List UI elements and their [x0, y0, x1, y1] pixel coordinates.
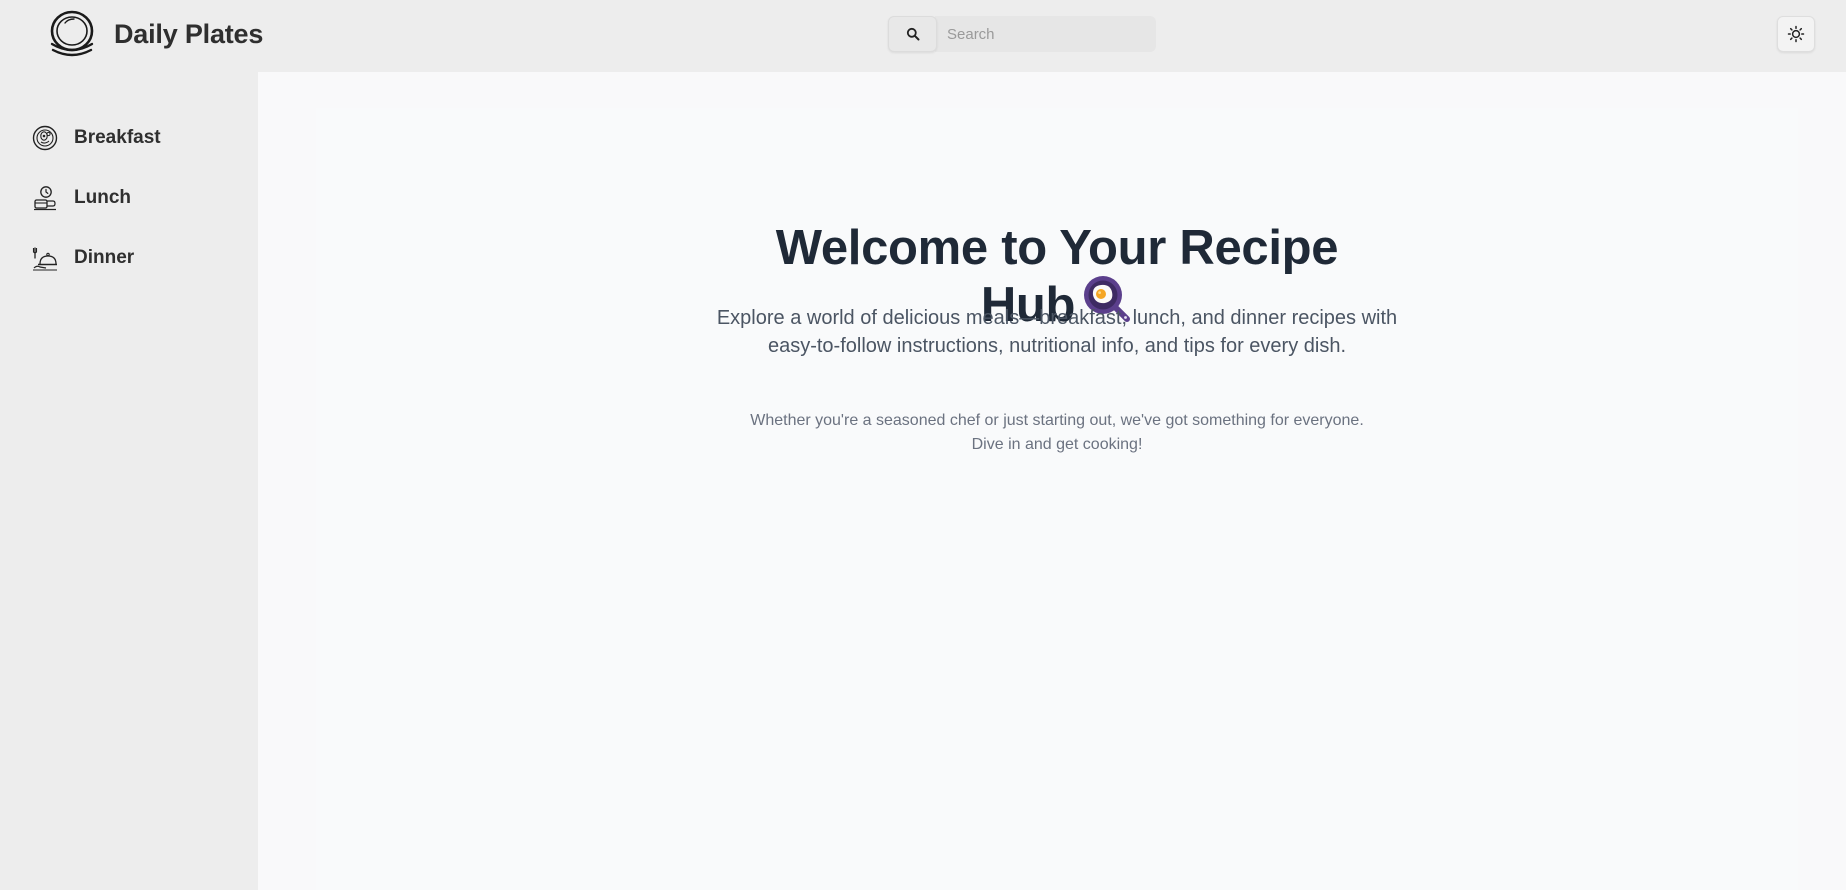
sidebar-item-lunch[interactable]: Lunch — [32, 182, 131, 214]
plate-stack-icon — [50, 10, 94, 57]
hero-note: Whether you're a seasoned chef or just s… — [707, 409, 1407, 457]
sidebar-item-label: Dinner — [74, 247, 135, 268]
dinner-cloche-icon — [32, 247, 57, 271]
sun-icon — [1787, 25, 1805, 43]
search-input[interactable] — [935, 16, 1156, 52]
sidebar-item-label: Lunch — [74, 187, 131, 208]
search-bar — [888, 16, 1156, 52]
hero-note-line1: Whether you're a seasoned chef or just s… — [750, 412, 1364, 429]
page-title-line1: Welcome to Your Recipe — [775, 221, 1339, 275]
breakfast-plate-icon — [32, 125, 58, 151]
app-title: Daily Plates — [114, 18, 264, 49]
sidebar: Breakfast Lunch Dinner — [0, 72, 258, 890]
search-button[interactable] — [888, 16, 937, 52]
welcome-panel: Welcome to Your Recipe Hub Explore a wor… — [316, 108, 1798, 890]
top-bar: Daily Plates — [0, 0, 1846, 72]
sidebar-item-label: Breakfast — [74, 127, 161, 148]
hero-note-line2: Dive in and get cooking! — [971, 436, 1143, 453]
sidebar-item-dinner[interactable]: Dinner — [32, 242, 134, 274]
hero-subtitle: Explore a world of delicious meals—break… — [716, 307, 1398, 357]
brand[interactable]: Daily Plates — [48, 10, 263, 58]
lunch-icon — [34, 186, 56, 211]
theme-toggle-button[interactable] — [1777, 16, 1815, 52]
sidebar-item-breakfast[interactable]: Breakfast — [32, 122, 161, 154]
main-content: Welcome to Your Recipe Hub Explore a wor… — [258, 72, 1846, 890]
search-icon — [906, 27, 919, 41]
